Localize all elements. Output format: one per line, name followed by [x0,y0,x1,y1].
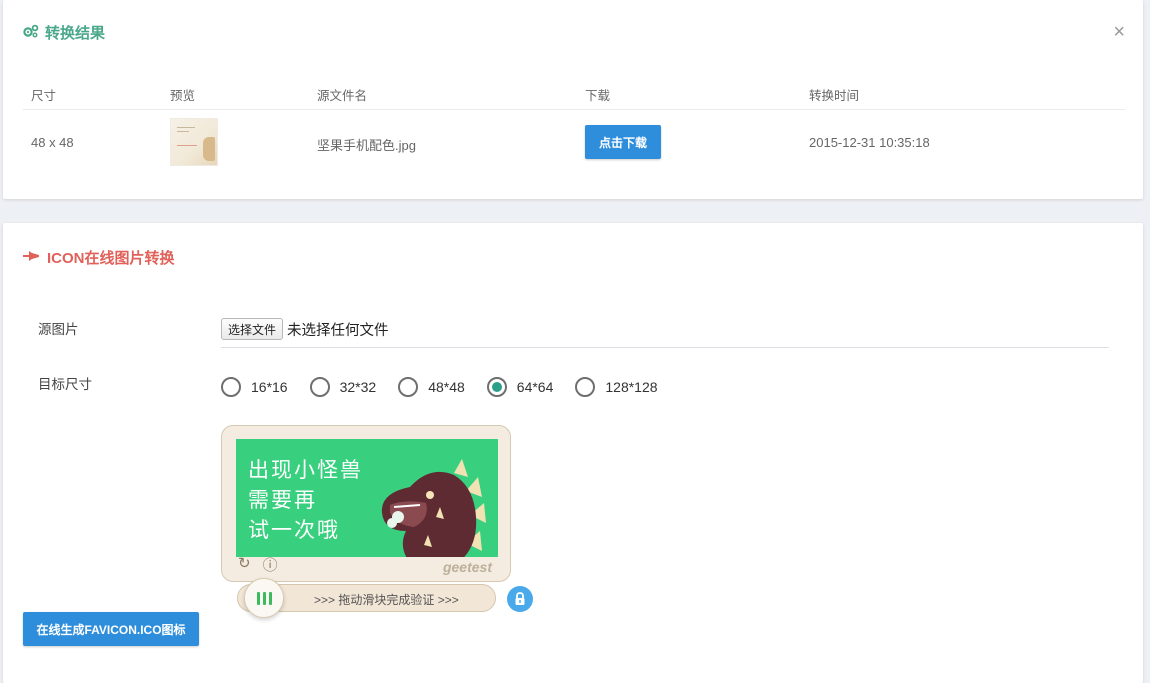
radio-button[interactable] [221,377,241,397]
captcha-line: 出现小怪兽 [248,458,363,482]
choose-file-button[interactable]: 选择文件 [221,318,284,340]
close-icon[interactable]: × [1113,22,1125,42]
size-option-label: 48*48 [428,379,465,395]
size-option-label: 32*32 [339,379,377,395]
cell-filename: 坚果手机配色.jpg [317,138,416,153]
column-header-download: 下载 [585,89,611,103]
size-option-32[interactable]: 32*32 [309,377,377,397]
size-option-16[interactable]: 16*16 [221,377,288,397]
refresh-icon[interactable]: ↻ [238,554,251,575]
captcha-slider-handle[interactable] [244,578,284,618]
captcha-toolbar: ↻ ⓘ [238,554,278,575]
lock-icon [507,586,533,612]
radio-button[interactable] [309,377,330,397]
converter-panel: ICON在线图片转换 源图片 选择文件 未选择任何文件 目标尺寸 16*16 3… [3,223,1143,683]
monster-illustration [381,459,486,557]
captcha-image: 出现小怪兽 需要再 试一次哦 [236,439,498,557]
pin-icon [23,249,41,266]
gears-icon [23,24,39,42]
size-option-128[interactable]: 128*128 [575,377,658,397]
captcha-line: 需要再 [248,488,317,512]
cell-size: 48 x 48 [31,135,74,150]
target-size-label: 目标尺寸 [38,377,92,392]
size-option-48[interactable]: 48*48 [398,377,465,397]
geetest-logo: geetest [442,559,492,575]
column-header-time: 转换时间 [809,89,860,103]
captcha-line: 试一次哦 [248,518,340,542]
converter-title-text: ICON在线图片转换 [47,250,175,267]
radio-button-selected[interactable] [486,377,507,397]
size-option-label: 128*128 [605,379,658,395]
info-icon[interactable]: ⓘ [263,554,278,575]
file-status-text: 未选择任何文件 [287,323,389,339]
radio-button[interactable] [398,377,419,397]
column-header-preview: 预览 [170,89,196,103]
result-table-header: 尺寸 预览 源文件名 下载 转换时间 [23,84,1125,110]
file-input: 选择文件 未选择任何文件 [221,318,1109,348]
column-header-size: 尺寸 [31,89,57,103]
slider-hint-text: >>> 拖动滑块完成验证 >>> [314,593,459,607]
cell-time: 2015-12-31 10:35:18 [809,135,930,150]
download-button[interactable]: 点击下载 [585,125,661,159]
size-option-64[interactable]: 64*64 [486,377,554,397]
result-panel-title: 转换结果 [23,22,105,43]
size-radio-group: 16*16 32*32 48*48 64*64 128*128 [221,377,680,397]
source-image-label: 源图片 [38,322,79,337]
preview-thumbnail[interactable] [170,118,218,166]
size-option-label: 64*64 [516,379,554,395]
result-panel: 转换结果 × 尺寸 预览 源文件名 下载 转换时间 48 x 48 坚果手机配色… [3,0,1143,199]
generate-favicon-button[interactable]: 在线生成FAVICON.ICO图标 [23,612,199,646]
table-row: 48 x 48 坚果手机配色.jpg 点击下载 2015-12-31 10:35… [23,111,1125,173]
captcha-widget: 出现小怪兽 需要再 试一次哦 ↻ ⓘ geetest [221,425,511,582]
radio-button[interactable] [575,377,596,397]
result-title-text: 转换结果 [45,25,106,42]
captcha-message: 出现小怪兽 需要再 试一次哦 [248,455,363,545]
size-option-label: 16*16 [251,379,288,395]
converter-panel-title: ICON在线图片转换 [23,247,175,268]
column-header-filename: 源文件名 [317,89,368,103]
